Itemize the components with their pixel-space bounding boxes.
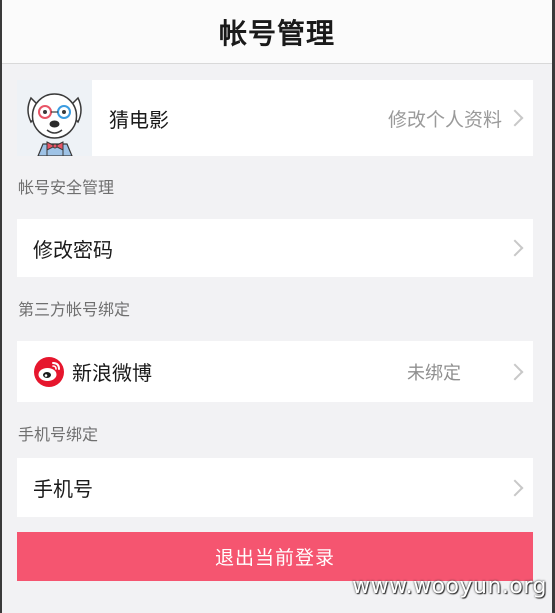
change-password-label: 修改密码 <box>33 237 113 262</box>
watermark: www.wooyun.org <box>352 574 547 599</box>
chevron-right-icon <box>506 239 524 257</box>
weibo-icon <box>34 356 64 387</box>
chevron-right-icon <box>506 479 524 496</box>
page-title: 帐号管理 <box>218 16 335 50</box>
profile-row[interactable]: 猜电影 修改个人资料 <box>17 80 533 157</box>
chevron-right-icon <box>506 109 524 127</box>
navigation-bar: 帐号管理 <box>2 0 552 64</box>
section-label-third-party: 第三方帐号绑定 <box>18 300 131 319</box>
section-label-phone: 手机号绑定 <box>18 425 99 444</box>
phone-label: 手机号 <box>33 477 93 501</box>
section-label-security: 帐号安全管理 <box>18 178 115 197</box>
change-password-row[interactable]: 修改密码 <box>17 219 533 277</box>
weibo-binding-status: 未绑定 <box>407 362 461 384</box>
weibo-binding-row[interactable]: 新浪微博 未绑定 <box>17 341 533 402</box>
weibo-label: 新浪微博 <box>72 361 152 385</box>
profile-name: 猜电影 <box>109 107 169 132</box>
dog-avatar-icon <box>17 80 92 157</box>
phone-binding-row[interactable]: 手机号 <box>17 458 533 517</box>
chevron-right-icon <box>506 363 524 380</box>
window-frame-left <box>0 0 2 613</box>
avatar <box>17 80 92 157</box>
edit-profile-link[interactable]: 修改个人资料 <box>388 105 502 132</box>
